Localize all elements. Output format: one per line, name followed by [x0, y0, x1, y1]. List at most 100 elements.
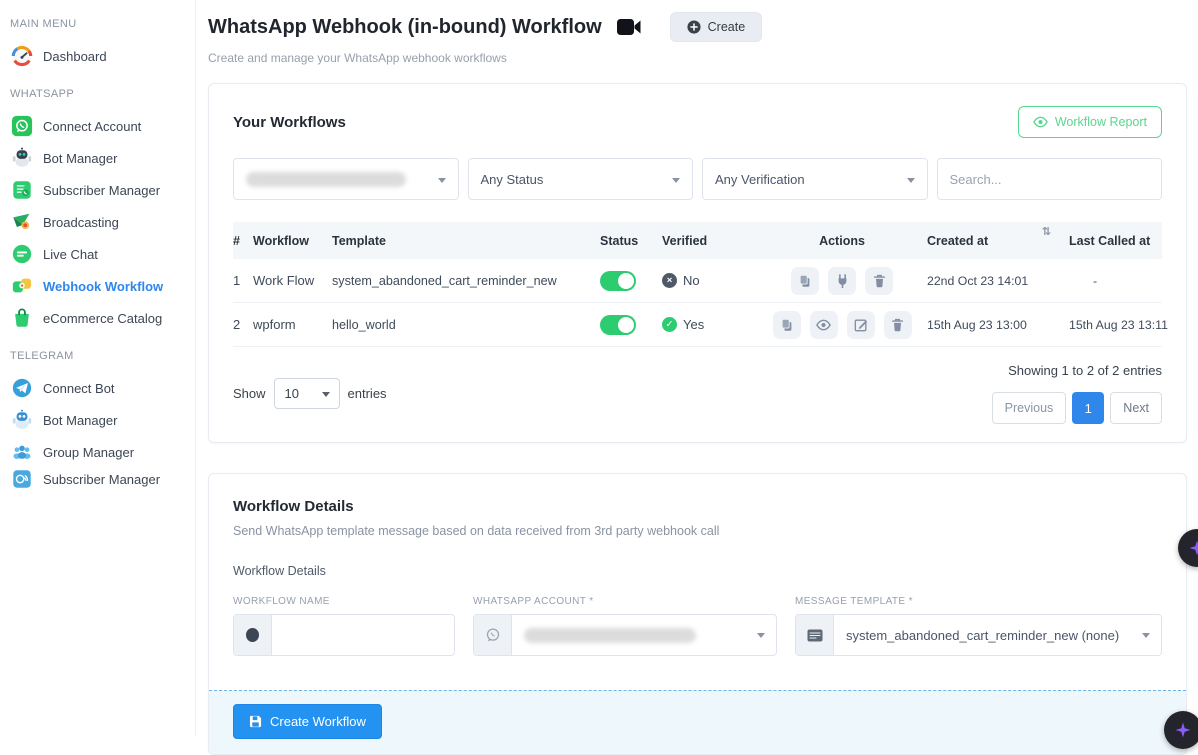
page-size-value: 10 [285, 386, 299, 401]
copy-icon [780, 318, 794, 332]
whatsapp-outline-icon [474, 615, 512, 655]
sidebar-item-tg-bot-manager[interactable]: Bot Manager [10, 404, 195, 436]
previous-page-button[interactable]: Previous [992, 392, 1067, 424]
ai-sparkle-button[interactable] [1164, 711, 1198, 749]
search-input[interactable] [950, 172, 1150, 187]
chat-bubble-icon [10, 242, 34, 266]
edit-icon [854, 318, 868, 332]
contact-book-blue-icon [10, 468, 34, 490]
next-page-button[interactable]: Next [1110, 392, 1162, 424]
sidebar-item-tg-subscriber-manager[interactable]: Subscriber Manager [10, 468, 195, 490]
chevron-down-icon [907, 178, 915, 183]
eye-icon [816, 319, 831, 331]
copy-button[interactable] [773, 311, 801, 339]
row-workflow-name: Work Flow [253, 273, 332, 288]
row-last-called: 15th Aug 23 13:11 [1069, 318, 1168, 332]
sidebar-item-ecommerce-catalog[interactable]: eCommerce Catalog [10, 302, 195, 334]
verification-filter-select[interactable]: Any Verification [702, 158, 928, 200]
row-template-name: hello_world [332, 318, 600, 332]
sidebar-item-group-manager[interactable]: Group Manager [10, 436, 195, 468]
entries-label: entries [348, 386, 387, 401]
workflow-icon [10, 274, 34, 298]
showing-entries-text: Showing 1 to 2 of 2 entries [1008, 363, 1162, 378]
plug-button[interactable] [828, 267, 856, 295]
chevron-down-icon [672, 178, 680, 183]
message-template-label: MESSAGE TEMPLATE * [795, 596, 1162, 607]
status-toggle[interactable] [600, 271, 636, 291]
sidebar-item-subscriber-manager[interactable]: Subscriber Manager [10, 174, 195, 206]
sidebar-item-connect-account[interactable]: Connect Account [10, 110, 195, 142]
sidebar-item-live-chat[interactable]: Live Chat [10, 238, 195, 270]
sparkle-icon [1174, 721, 1192, 739]
page-number-button[interactable]: 1 [1072, 392, 1104, 424]
pagination: Previous 1 Next [992, 392, 1162, 424]
chevron-down-icon [757, 633, 765, 638]
sidebar-item-label: Subscriber Manager [43, 183, 160, 198]
redacted-account-value [524, 628, 696, 643]
trash-icon [891, 318, 904, 332]
copy-button[interactable] [791, 267, 819, 295]
row-num: 2 [233, 317, 253, 332]
col-header-last-called: Last Called at [1069, 234, 1162, 248]
sidebar-item-label: Connect Account [43, 119, 141, 134]
whatsapp-account-select[interactable] [512, 615, 776, 655]
row-last-called: - [1069, 274, 1162, 288]
plug-icon [836, 274, 849, 288]
sidebar-item-webhook-workflow[interactable]: Webhook Workflow [10, 270, 195, 302]
verified-value: No [683, 273, 700, 288]
chevron-down-icon [322, 392, 330, 397]
sidebar-item-connect-bot[interactable]: Connect Bot [10, 372, 195, 404]
workflow-name-label: WORKFLOW NAME [233, 596, 455, 607]
delete-button[interactable] [865, 267, 893, 295]
trash-icon [873, 274, 886, 288]
sidebar-item-label: Group Manager [43, 445, 134, 460]
redacted-account-value [246, 172, 406, 187]
workflow-report-button[interactable]: Workflow Report [1018, 106, 1162, 138]
page-size-select[interactable]: 10 [274, 378, 340, 409]
gauge-icon [10, 44, 34, 68]
status-filter-select[interactable]: Any Status [468, 158, 694, 200]
workflow-name-group [233, 614, 455, 656]
create-button-label: Create [708, 20, 746, 34]
whatsapp-icon [10, 114, 34, 138]
workflow-name-input[interactable] [284, 628, 442, 643]
account-filter-select[interactable] [233, 158, 459, 200]
col-header-status: Status [600, 234, 662, 248]
circle-dot-icon [234, 615, 272, 655]
message-template-select[interactable]: system_abandoned_cart_reminder_new (none… [834, 615, 1161, 655]
sidebar-item-dashboard[interactable]: Dashboard [10, 40, 195, 72]
page-header: WhatsApp Webhook (in-bound) Workflow Cre… [208, 12, 1186, 42]
sidebar-item-broadcasting[interactable]: Broadcasting [10, 206, 195, 238]
sort-icon[interactable]: ⇅ [1042, 225, 1051, 238]
row-workflow-name: wpform [253, 317, 332, 332]
details-form-row: WORKFLOW NAME WHATSAPP ACCOUNT * [233, 596, 1162, 656]
sidebar-section-main-menu: MAIN MENU [10, 18, 195, 30]
row-num: 1 [233, 273, 253, 288]
save-icon [249, 715, 262, 728]
x-circle-icon: × [662, 273, 677, 288]
workflow-report-label: Workflow Report [1055, 115, 1147, 129]
create-button[interactable]: Create [670, 12, 763, 42]
page-size-control: Show 10 entries [233, 363, 387, 424]
status-toggle[interactable] [600, 315, 636, 335]
sidebar-item-label: Subscriber Manager [43, 472, 160, 487]
sidebar-item-bot-manager[interactable]: Bot Manager [10, 142, 195, 174]
whatsapp-account-group [473, 614, 777, 656]
megaphone-icon [10, 210, 34, 234]
create-workflow-button[interactable]: Create Workflow [233, 704, 382, 739]
row-created-at: 15th Aug 23 13:00 [927, 318, 1069, 332]
view-button[interactable] [810, 311, 838, 339]
sidebar-item-label: Connect Bot [43, 381, 115, 396]
edit-button[interactable] [847, 311, 875, 339]
toggle-knob [618, 317, 634, 333]
shopping-bag-icon [10, 306, 34, 330]
video-camera-icon[interactable] [616, 17, 642, 37]
main-content: WhatsApp Webhook (in-bound) Workflow Cre… [196, 0, 1198, 736]
contact-book-icon [10, 178, 34, 202]
group-icon [10, 440, 34, 464]
workflows-card: Your Workflows Workflow Report Any Statu… [208, 83, 1187, 443]
delete-button[interactable] [884, 311, 912, 339]
sidebar-item-label: Live Chat [43, 247, 98, 262]
workflow-details-card: Workflow Details Send WhatsApp template … [208, 473, 1187, 755]
workflows-card-title: Your Workflows [233, 114, 346, 131]
